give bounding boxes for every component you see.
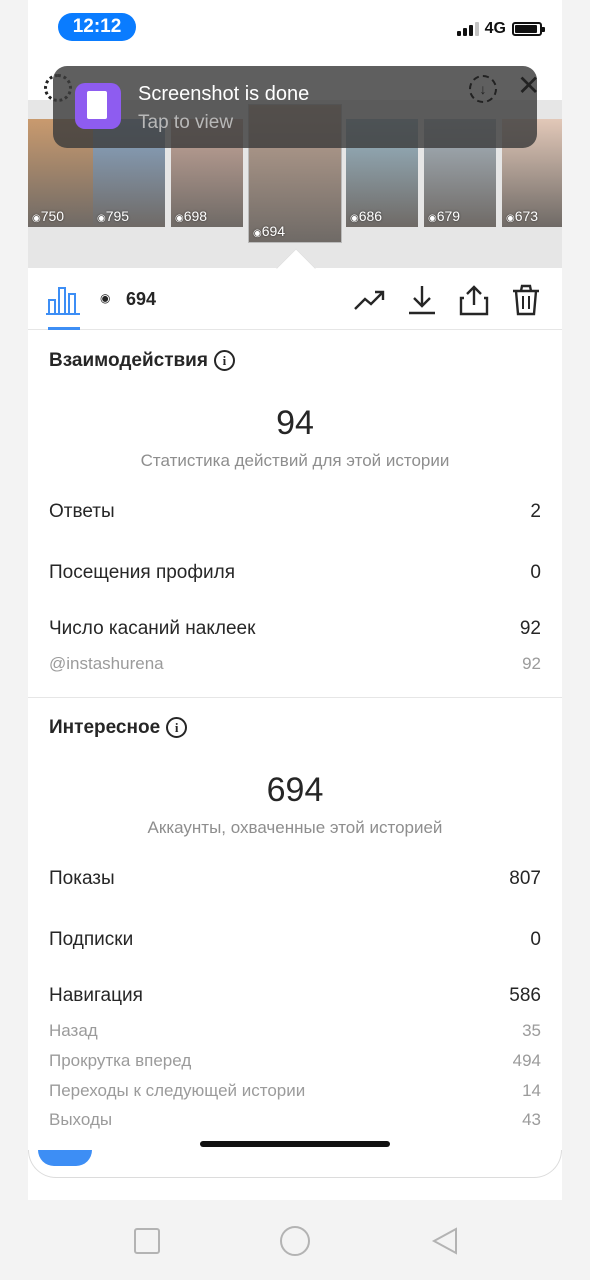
stat-value: 586 — [509, 985, 541, 1006]
share-icon[interactable] — [458, 284, 490, 316]
bottom-sheet-accent — [38, 1150, 92, 1166]
home-icon[interactable] — [280, 1226, 310, 1256]
story-view-count: 694 — [253, 223, 285, 239]
status-icons: 4G — [456, 20, 545, 38]
nav-value: 14 — [522, 1081, 541, 1100]
views-count: 694 — [126, 289, 157, 309]
sticker-row: @instashurena 92 — [49, 654, 541, 674]
story-view-count: 686 — [350, 208, 382, 224]
close-icon[interactable]: ✕ — [517, 71, 540, 101]
signal-icon — [456, 22, 479, 36]
nav-row: Прокрутка вперед 494 — [49, 1051, 541, 1071]
bottom-sheet-edge — [28, 1150, 562, 1178]
stat-value: 92 — [519, 618, 541, 639]
network-label: 4G — [484, 20, 506, 37]
nav-value: 494 — [512, 1051, 541, 1070]
stat-label: Подписки — [49, 929, 134, 950]
story-view-count: 698 — [175, 208, 207, 224]
stat-value: 0 — [530, 929, 541, 950]
stat-value: 2 — [530, 501, 541, 522]
stat-label: Ответы — [49, 501, 115, 522]
stat-row: Ответы 2 — [49, 501, 541, 523]
download-circle-icon[interactable]: ↓ — [469, 75, 497, 103]
nav-label: Назад — [49, 1021, 98, 1040]
stat-label: Число касаний наклеек — [49, 618, 256, 639]
eye-icon: ◉ — [100, 291, 111, 305]
story-view-count: 795 — [97, 208, 129, 224]
stat-row: Показы 807 — [49, 868, 541, 890]
stat-row: Число касаний наклеек 92 — [49, 618, 541, 640]
info-icon[interactable]: i — [213, 350, 235, 372]
stat-row: Посещения профиля 0 — [49, 562, 541, 584]
toast-title: Screenshot is done — [138, 83, 310, 105]
stat-label: Навигация — [49, 985, 143, 1006]
section-divider — [28, 697, 562, 698]
stat-row: Навигация 586 — [49, 985, 541, 1007]
screenshot-toast[interactable]: Screenshot is done Tap to view ↓ ✕ — [53, 66, 540, 148]
status-bar: 12:12 4G — [28, 0, 562, 56]
battery-icon — [512, 22, 545, 36]
system-nav-bar — [0, 1200, 590, 1280]
discovery-heading: Интересное i — [49, 717, 188, 739]
nav-label: Прокрутка вперед — [49, 1051, 192, 1070]
interactions-title: Взаимодействия — [49, 350, 208, 371]
sticker-label: @instashurena — [49, 654, 164, 673]
insights-toolbar: ◉ 694 — [28, 268, 562, 330]
home-indicator[interactable] — [200, 1141, 390, 1147]
story-view-count: 673 — [506, 208, 538, 224]
clock: 12:12 — [58, 13, 136, 41]
discovery-title: Интересное — [49, 717, 161, 738]
discovery-total: 694 — [266, 771, 324, 809]
story-view-count: 679 — [428, 208, 460, 224]
nav-value: 35 — [522, 1021, 541, 1040]
toast-subtitle[interactable]: Tap to view — [138, 112, 233, 134]
discovery-caption: Аккаунты, охваченные этой историей — [147, 818, 443, 837]
nav-row: Выходы 43 — [49, 1110, 541, 1130]
bar-chart-icon[interactable] — [46, 285, 80, 315]
info-icon[interactable]: i — [166, 717, 188, 739]
screenshot-app-icon — [75, 83, 121, 129]
trash-icon[interactable] — [510, 284, 542, 316]
active-tab-indicator — [48, 327, 80, 330]
nav-value: 43 — [522, 1110, 541, 1129]
stat-value: 807 — [509, 868, 541, 889]
story-view-count: 750 — [32, 208, 64, 224]
nav-label: Переходы к следующей истории — [49, 1081, 306, 1100]
interactions-total: 94 — [276, 404, 314, 442]
sticker-value: 92 — [522, 654, 541, 673]
nav-row: Назад 35 — [49, 1021, 541, 1041]
insights-screen: 12:12 4G 750 795 698 694 686 679 673 — [28, 0, 562, 1200]
nav-row: Переходы к следующей истории 14 — [49, 1081, 541, 1101]
stat-label: Показы — [49, 868, 115, 889]
trending-icon[interactable] — [354, 284, 386, 316]
nav-label: Выходы — [49, 1110, 113, 1129]
back-icon[interactable] — [430, 1226, 460, 1256]
stat-value: 0 — [530, 562, 541, 583]
download-icon[interactable] — [406, 284, 438, 316]
interactions-caption: Статистика действий для этой истории — [140, 451, 450, 470]
stat-row: Подписки 0 — [49, 929, 541, 951]
recents-icon[interactable] — [134, 1228, 160, 1254]
stat-label: Посещения профиля — [49, 562, 235, 583]
interactions-heading: Взаимодействия i — [49, 350, 235, 372]
